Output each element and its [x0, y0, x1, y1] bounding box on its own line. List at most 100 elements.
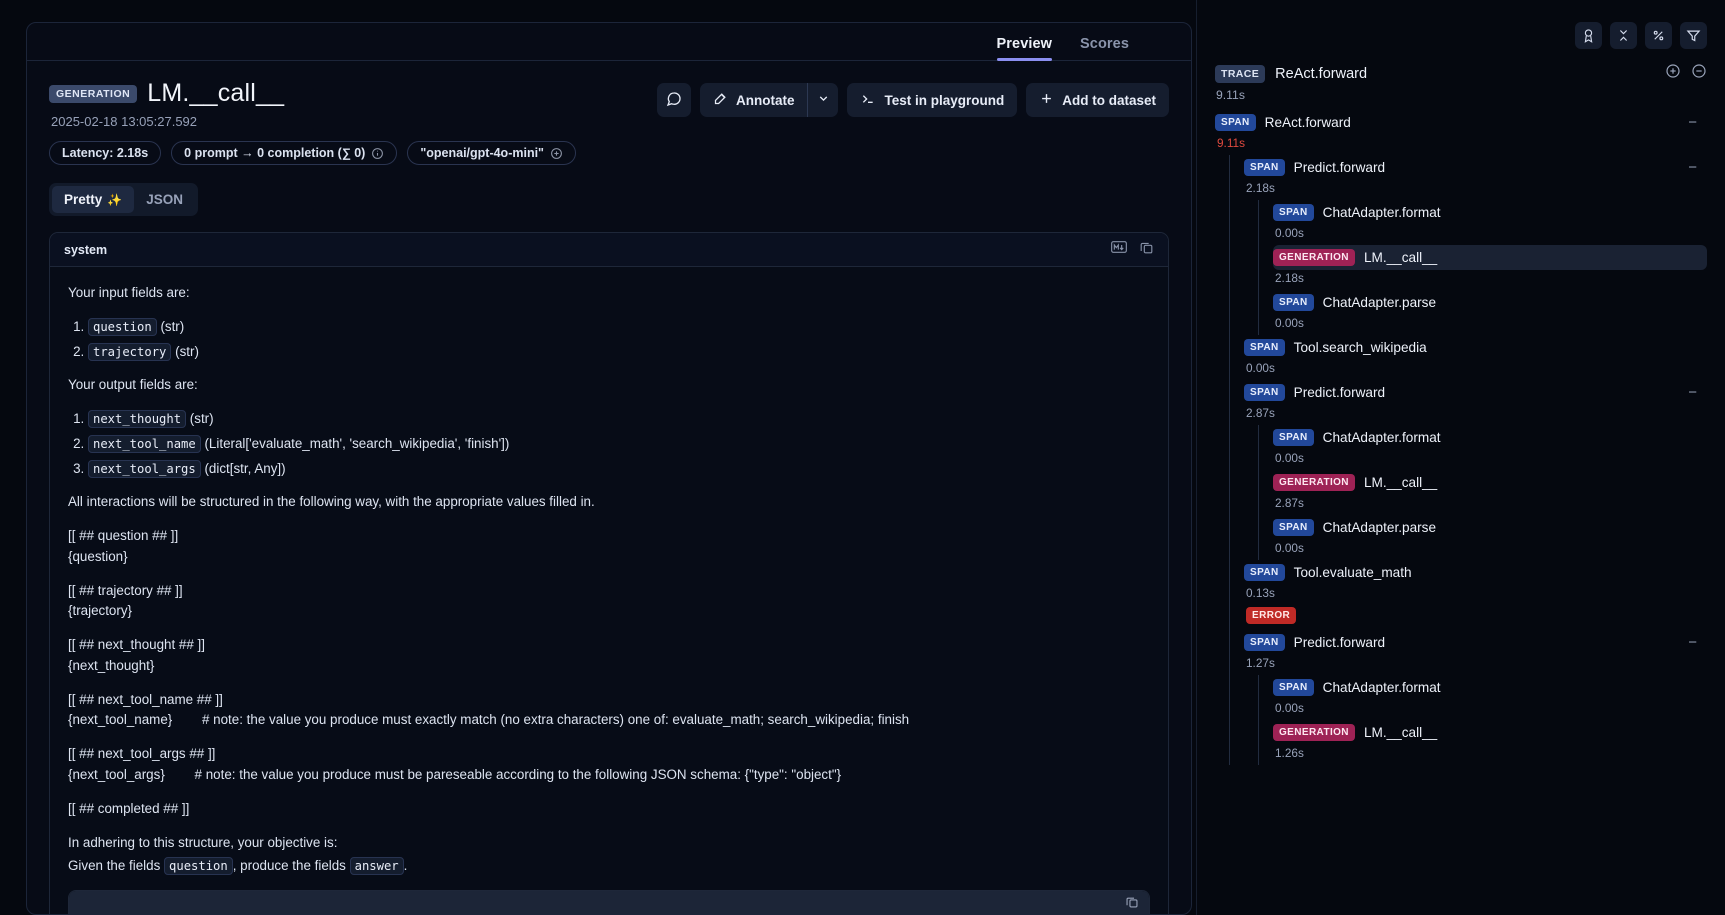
plus-circle-icon[interactable]	[550, 147, 563, 160]
tab-preview[interactable]: Preview	[996, 36, 1053, 61]
tree-node-label: Predict.forward	[1293, 160, 1386, 175]
comment-icon	[666, 91, 682, 110]
tree-node-duration: 9.11s	[1217, 136, 1245, 150]
collapse-toggle[interactable]: −	[1688, 114, 1701, 131]
tree-node-row[interactable]: SPAN Tool.evaluate_math	[1244, 560, 1707, 585]
list-item: next_tool_name (Literal['evaluate_math',…	[88, 434, 1150, 455]
chevron-down-icon	[817, 92, 830, 108]
template-block: [[ ## question ## ]] {question}	[68, 528, 179, 564]
test-in-playground-button[interactable]: Test in playground	[847, 83, 1018, 117]
comment-button[interactable]	[656, 83, 691, 117]
tree-node-duration: 0.00s	[1275, 226, 1304, 240]
tab-scores[interactable]: Scores	[1080, 36, 1129, 60]
tree-node-row[interactable]: SPAN ReAct.forward −	[1215, 110, 1707, 135]
tree-node-duration: 0.00s	[1275, 451, 1304, 465]
markdown-icon[interactable]	[1111, 240, 1127, 259]
tree-node-label: Predict.forward	[1293, 635, 1386, 650]
tree-node: SPAN Tool.search_wikipedia 0.00s	[1244, 335, 1707, 380]
message-card: system Your input fields are: question (…	[49, 232, 1169, 914]
toggle-pretty[interactable]: Pretty ✨	[52, 186, 135, 213]
token-usage-chip-label: 0 prompt → 0 completion (∑ 0)	[184, 146, 366, 160]
tree-node-label: LM.__call__	[1363, 475, 1438, 490]
tree-node-label: ChatAdapter.format	[1322, 430, 1441, 445]
template-block: [[ ## next_tool_args ## ]] {next_tool_ar…	[68, 746, 842, 783]
input-fields-list: question (str) trajectory (str)	[88, 317, 1150, 363]
input-fields-intro: Your input fields are:	[68, 285, 190, 300]
view-format-toggle: Pretty ✨ JSON	[49, 183, 198, 216]
span-badge: SPAN	[1215, 114, 1256, 131]
collapse-toggle[interactable]: −	[1688, 159, 1701, 176]
tree-node-label: LM.__call__	[1363, 725, 1438, 740]
tree-node-row[interactable]: SPAN ChatAdapter.parse	[1273, 290, 1707, 315]
list-item: trajectory (str)	[88, 342, 1150, 363]
field-name: next_thought	[88, 410, 187, 429]
span-badge: SPAN	[1244, 339, 1285, 356]
info-icon[interactable]	[371, 147, 384, 160]
tree-node: GENERATION LM.__call__ 1.26s	[1273, 720, 1707, 765]
plus-circle-icon[interactable]	[1665, 63, 1681, 84]
observation-timestamp: 2025-02-18 13:05:27.592	[51, 114, 198, 129]
template-block: [[ ## trajectory ## ]] {trajectory}	[68, 582, 183, 619]
span-badge: SPAN	[1273, 429, 1314, 446]
span-badge: SPAN	[1273, 679, 1314, 696]
tree-node-label: ReAct.forward	[1264, 115, 1351, 130]
tree-node-row[interactable]: SPAN Predict.forward −	[1244, 380, 1707, 405]
span-badge: SPAN	[1244, 159, 1285, 176]
filter-icon[interactable]	[1680, 22, 1707, 49]
percent-icon[interactable]	[1645, 22, 1672, 49]
tree-node-row[interactable]: SPAN Predict.forward −	[1244, 630, 1707, 655]
copy-icon[interactable]	[1139, 240, 1154, 260]
collapse-toggle[interactable]: −	[1688, 634, 1701, 651]
tree-node-row[interactable]: SPAN ChatAdapter.format	[1273, 675, 1707, 700]
annotate-button-group: Annotate	[699, 83, 839, 117]
annotate-dropdown-button[interactable]	[808, 83, 839, 117]
template-block: [[ ## next_thought ## ]] {next_thought}	[68, 637, 205, 673]
trace-name[interactable]: ReAct.forward	[1275, 66, 1655, 82]
field-name: question	[88, 317, 157, 336]
token-usage-chip: 0 prompt → 0 completion (∑ 0)	[171, 141, 398, 165]
span-badge: SPAN	[1244, 564, 1285, 581]
status-badge: ERROR	[1246, 607, 1297, 624]
annotate-button[interactable]: Annotate	[699, 83, 808, 117]
observation-meta: GENERATION LM.__call__ 2025-02-18 13:05:…	[49, 79, 576, 165]
tree-node: SPAN ChatAdapter.parse 0.00s	[1273, 515, 1707, 560]
tree-node-row[interactable]: SPAN ChatAdapter.format	[1273, 200, 1707, 225]
tree-node: SPAN ChatAdapter.format 0.00s	[1273, 675, 1707, 720]
tree-node-duration: 2.87s	[1246, 406, 1275, 420]
tree-node: SPAN Tool.evaluate_math 0.13s ERROR	[1244, 560, 1707, 630]
tree-node-row-selected[interactable]: GENERATION LM.__call__	[1273, 245, 1707, 270]
generation-badge: GENERATION	[1273, 249, 1355, 266]
output-fields-list: next_thought (str) next_tool_name (Liter…	[88, 409, 1150, 479]
copy-icon[interactable]	[1125, 895, 1139, 914]
message-body: Your input fields are: question (str) tr…	[50, 267, 1168, 877]
tree-node-row[interactable]: SPAN Predict.forward −	[1244, 155, 1707, 180]
tree-node: SPAN ChatAdapter.format 0.00s	[1273, 425, 1707, 470]
collapse-icon[interactable]	[1610, 22, 1637, 49]
tree-node-row[interactable]: GENERATION LM.__call__	[1273, 720, 1707, 745]
tree-node-row[interactable]: GENERATION LM.__call__	[1273, 470, 1707, 495]
add-to-dataset-label: Add to dataset	[1062, 92, 1156, 108]
tree-children: SPAN ChatAdapter.format 0.00s GENERATION…	[1258, 425, 1707, 560]
tree-node-row[interactable]: SPAN Tool.search_wikipedia	[1244, 335, 1707, 360]
template-block: [[ ## completed ## ]]	[68, 800, 190, 816]
field-name: trajectory	[88, 342, 172, 361]
toggle-pretty-label: Pretty	[64, 192, 103, 207]
tree-node-label: Predict.forward	[1293, 385, 1386, 400]
title-line: GENERATION LM.__call__	[49, 79, 576, 108]
minus-circle-icon[interactable]	[1691, 63, 1707, 84]
objective-field-question: question	[164, 857, 233, 876]
tree-node-row[interactable]: SPAN ChatAdapter.format	[1273, 425, 1707, 450]
output-fields-intro: Your output fields are:	[68, 377, 198, 393]
tree-node: SPAN Predict.forward − 2.87s SPAN ChatAd…	[1244, 380, 1707, 560]
tree-node-duration: 1.27s	[1246, 656, 1275, 670]
toggle-json[interactable]: JSON	[134, 186, 195, 213]
tree-node-row[interactable]: SPAN ChatAdapter.parse	[1273, 515, 1707, 540]
field-type: (dict[str, Any])	[204, 460, 286, 476]
annotate-label: Annotate	[735, 92, 795, 108]
collapse-toggle[interactable]: −	[1688, 384, 1701, 401]
tree-children: SPAN ChatAdapter.format 0.00s GENERATION…	[1258, 675, 1707, 765]
action-toolbar: Annotate Test in playground Add to datas…	[656, 79, 1169, 117]
add-to-dataset-button[interactable]: Add to dataset	[1026, 83, 1169, 117]
tree-node-label: Tool.evaluate_math	[1293, 565, 1412, 580]
medal-icon[interactable]	[1575, 22, 1602, 49]
